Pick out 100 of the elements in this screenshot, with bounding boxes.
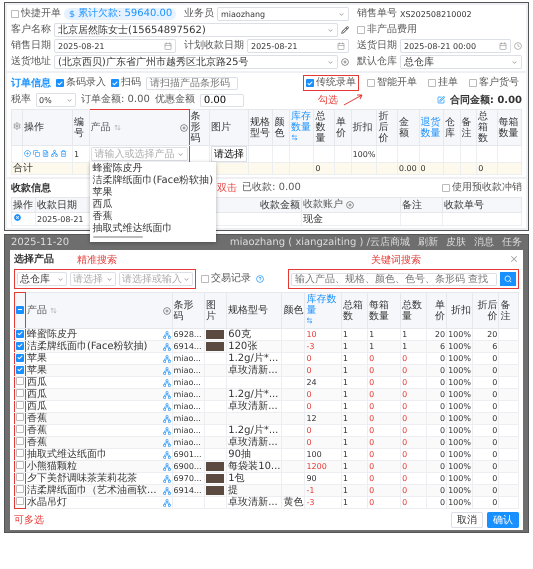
date-field[interactable]: 2025-08-21 — [247, 39, 349, 53]
tax-select[interactable]: 0% — [36, 93, 76, 107]
table-cell: 香蕉 — [27, 413, 47, 424]
checkbox[interactable] — [11, 10, 19, 18]
table-cell: 0 — [492, 414, 498, 423]
table-cell: 0 — [369, 426, 374, 435]
header-link[interactable]: 刷新 — [418, 237, 438, 248]
image-select-button[interactable]: 请选择 — [211, 146, 248, 162]
address-select[interactable]: (北京西贝)广东省广州市越秀区北京路25号 — [54, 55, 338, 69]
dialog-title: 选择产品 — [14, 252, 54, 266]
column-header: 操作 — [24, 122, 45, 133]
checkbox[interactable] — [16, 497, 24, 505]
table-cell: 卓玫清新... — [228, 437, 278, 448]
checkbox[interactable] — [16, 437, 24, 445]
customer-select[interactable]: 北京居然陈女士(15654897562) — [54, 23, 338, 37]
hierarchy-icon[interactable] — [162, 426, 171, 434]
checkbox[interactable] — [367, 79, 375, 87]
hierarchy-icon[interactable] — [162, 342, 171, 350]
table-cell: 0 — [440, 486, 446, 495]
dropdown-item[interactable]: 洁柔牌纸面巾(Face粉软抽) — [90, 175, 216, 187]
hierarchy-icon[interactable] — [162, 354, 171, 362]
edit-icon[interactable] — [341, 26, 349, 34]
close-icon[interactable] — [509, 254, 519, 264]
hierarchy-icon[interactable] — [162, 330, 171, 338]
hierarchy-icon[interactable] — [162, 462, 171, 470]
checkbox[interactable] — [16, 342, 24, 350]
checkbox[interactable] — [306, 79, 314, 87]
search-button[interactable] — [500, 272, 516, 286]
copy-icon[interactable] — [33, 150, 40, 156]
sort-icon[interactable] — [114, 124, 121, 131]
table-cell: 1 — [342, 498, 348, 507]
add-icon[interactable] — [24, 150, 31, 156]
dropdown-item[interactable]: 苹果 — [90, 187, 216, 199]
checkbox[interactable] — [16, 330, 24, 338]
checkbox[interactable] — [16, 366, 24, 374]
table-cell: 0 — [369, 390, 374, 399]
checkbox[interactable] — [442, 184, 450, 192]
hierarchy-icon[interactable] — [162, 450, 171, 458]
table-cell: 0 — [369, 462, 374, 471]
table-cell: 1 — [342, 474, 348, 483]
photo-placeholder — [206, 474, 224, 483]
checkbox[interactable] — [357, 26, 365, 34]
checkbox[interactable] — [16, 354, 24, 362]
checkbox[interactable] — [16, 425, 24, 433]
header-link[interactable]: 皮肤 — [446, 237, 466, 248]
hierarchy-icon[interactable] — [162, 486, 171, 494]
dropdown-item[interactable]: 抽取式维达纸面巾 — [90, 223, 216, 235]
checkbox[interactable] — [16, 461, 24, 469]
clock-icon[interactable] — [514, 42, 522, 50]
add-icon[interactable] — [341, 58, 349, 66]
warehouse-select[interactable]: 总仓库 — [17, 272, 67, 286]
hierarchy-icon[interactable] — [162, 390, 171, 398]
discount-input[interactable]: 0.00 — [200, 94, 244, 106]
table-cell: 0 — [440, 390, 446, 399]
help-icon[interactable] — [256, 275, 264, 283]
add-icon[interactable] — [162, 306, 171, 314]
cancel-button[interactable]: 取消 — [451, 512, 483, 528]
add-icon[interactable] — [180, 124, 188, 132]
swap-icon[interactable] — [291, 134, 298, 141]
checkbox[interactable] — [56, 79, 64, 87]
checkbox[interactable] — [16, 473, 24, 481]
checkbox[interactable] — [428, 79, 436, 87]
hierarchy-icon[interactable] — [162, 438, 171, 446]
date-field[interactable]: 2025-08-21 — [54, 39, 176, 53]
checkbox[interactable] — [16, 401, 24, 409]
swap-icon[interactable] — [306, 317, 314, 324]
hierarchy-icon[interactable] — [162, 366, 171, 374]
checkbox[interactable] — [469, 79, 477, 87]
warehouse-select[interactable]: 总仓库 — [400, 55, 522, 69]
salesperson-select[interactable]: miaozhang — [217, 7, 349, 21]
table-cell: 西瓜 — [27, 401, 47, 412]
checkbox[interactable] — [16, 377, 24, 385]
checkbox[interactable] — [16, 389, 24, 397]
hierarchy-icon[interactable] — [162, 402, 171, 410]
remove-icon[interactable] — [13, 213, 22, 222]
chevron-down-icon — [57, 276, 64, 282]
hierarchy-icon[interactable] — [162, 498, 171, 506]
settings-icon[interactable] — [13, 122, 21, 130]
sort-icon[interactable] — [50, 307, 57, 314]
checkbox[interactable] — [111, 79, 119, 87]
header-link[interactable]: 任务 — [502, 237, 522, 248]
hierarchy-icon[interactable] — [162, 378, 171, 386]
hierarchy-icon[interactable] — [162, 474, 171, 482]
dropdown-item[interactable]: 蜂蜜陈皮丹 — [90, 163, 216, 175]
checkbox[interactable] — [201, 275, 209, 283]
add-icon[interactable] — [346, 201, 354, 209]
hierarchy-icon[interactable] — [162, 414, 171, 422]
document-icon[interactable] — [42, 150, 49, 156]
datetime-field[interactable]: 2025-08-21 00:00 — [400, 39, 511, 53]
checkbox[interactable] — [16, 449, 24, 457]
total-value: 0 — [478, 164, 484, 173]
checkbox[interactable] — [16, 413, 24, 421]
select-all-checkbox[interactable] — [16, 306, 24, 314]
hierarchy-icon[interactable] — [51, 150, 58, 156]
checkbox[interactable] — [16, 485, 24, 493]
delete-icon[interactable] — [60, 150, 67, 156]
dropdown-item[interactable]: 西瓜 — [90, 199, 216, 211]
header-link[interactable]: 消息 — [474, 237, 494, 248]
column-header: 规格型号 — [250, 116, 272, 138]
table-cell: 现金 — [303, 214, 323, 224]
